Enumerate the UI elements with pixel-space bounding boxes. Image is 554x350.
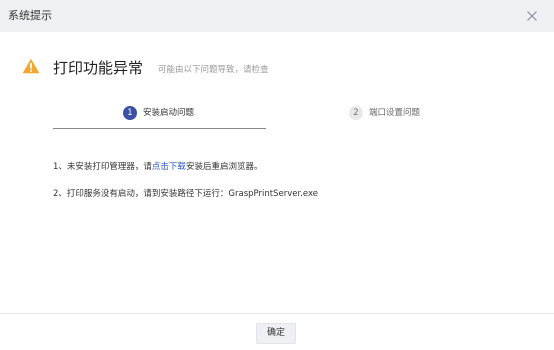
- active-step-underline: [53, 128, 266, 129]
- step-label: 端口设置问题: [369, 108, 421, 118]
- alert-heading: 打印功能异常: [53, 59, 144, 77]
- footer-divider: [0, 313, 554, 314]
- dialog-title: 系统提示: [8, 9, 52, 22]
- close-icon[interactable]: [524, 8, 540, 24]
- step-number-badge: 2: [349, 106, 363, 120]
- alert-subheading: 可能由以下问题导致，请检查: [158, 65, 269, 75]
- step-port-settings[interactable]: 2 端口设置问题: [349, 105, 420, 121]
- instruction-text: 1、未安装打印管理器，请: [53, 162, 152, 172]
- instruction-line-2: 2、打印服务没有启动，请到安装路径下运行：GraspPrintServer.ex…: [53, 189, 318, 199]
- instruction-text: 安装后重启浏览器。: [185, 162, 263, 172]
- confirm-button[interactable]: 确定: [256, 323, 296, 344]
- step-number-badge: 1: [123, 106, 137, 120]
- step-install-startup[interactable]: 1 安装启动问题: [123, 105, 194, 121]
- warning-icon: [22, 58, 40, 74]
- download-link[interactable]: 点击下载: [152, 162, 186, 172]
- instruction-line-1: 1、未安装打印管理器，请点击下载安装后重启浏览器。: [53, 161, 262, 173]
- dialog-titlebar: 系统提示: [0, 0, 554, 32]
- system-prompt-dialog: 系统提示 打印功能异常 可能由以下问题导致，请检查 1 安装启动问题 2 端口设…: [0, 0, 554, 350]
- step-label: 安装启动问题: [143, 108, 195, 118]
